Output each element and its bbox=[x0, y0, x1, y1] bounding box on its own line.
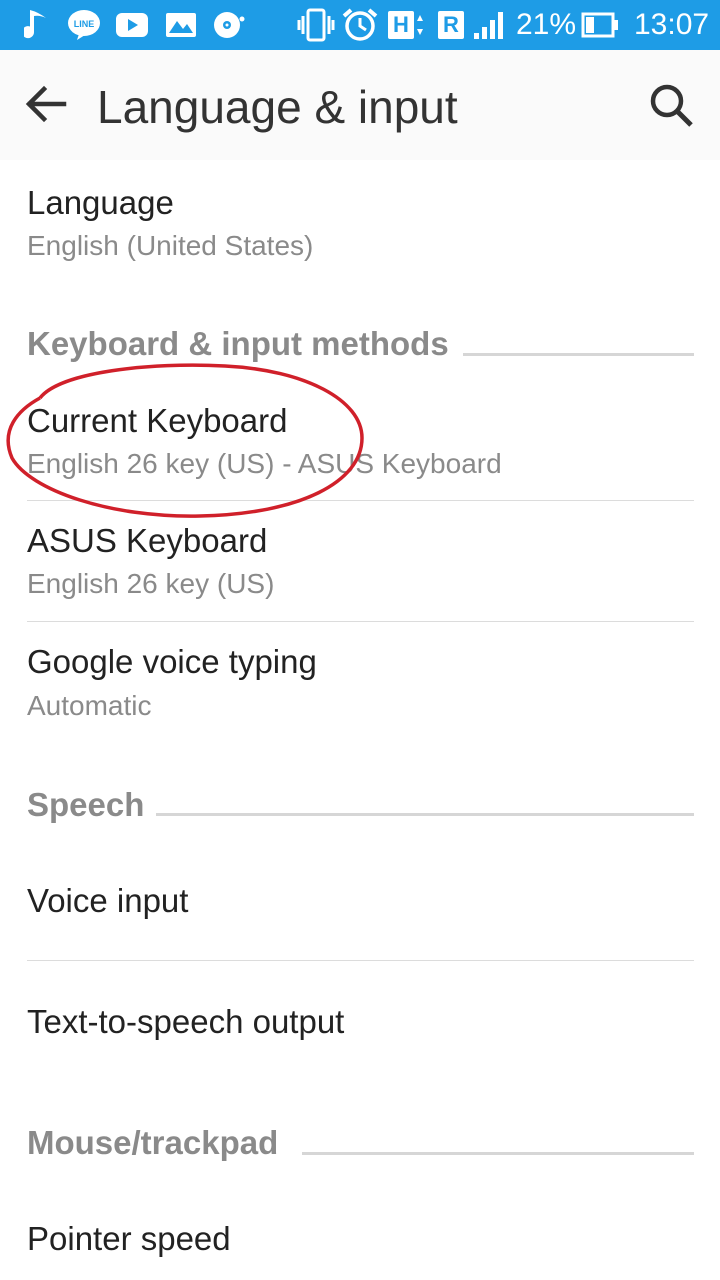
youtube-icon bbox=[114, 0, 150, 50]
search-button[interactable] bbox=[642, 78, 702, 138]
alarm-icon bbox=[340, 0, 380, 50]
current-keyboard-title: Current Keyboard bbox=[27, 402, 288, 439]
section-speech: Speech bbox=[27, 786, 145, 823]
asus-keyboard-setting[interactable]: ASUS Keyboard English 26 key (US) bbox=[0, 506, 720, 620]
roaming-r-icon: R bbox=[436, 0, 466, 50]
music-note-icon bbox=[22, 0, 52, 50]
roaming-r-label: R bbox=[438, 11, 464, 39]
language-title: Language bbox=[27, 184, 174, 221]
status-bar: LINE H R 21% 13:07 bbox=[0, 0, 720, 50]
google-voice-typing-subtitle: Automatic bbox=[27, 690, 152, 721]
back-button[interactable] bbox=[18, 78, 74, 134]
language-subtitle: English (United States) bbox=[27, 230, 314, 261]
list-divider bbox=[27, 500, 694, 501]
search-icon bbox=[649, 83, 695, 134]
list-divider bbox=[27, 621, 694, 622]
tts-output-title: Text-to-speech output bbox=[27, 1003, 345, 1040]
line-app-icon: LINE bbox=[66, 0, 102, 50]
list-divider bbox=[27, 960, 694, 961]
language-setting[interactable]: Language English (United States) bbox=[0, 166, 720, 296]
tts-output-setting[interactable]: Text-to-speech output bbox=[0, 966, 720, 1086]
gallery-icon bbox=[164, 0, 198, 50]
disc-icon bbox=[212, 0, 246, 50]
clock: 13:07 bbox=[634, 8, 710, 41]
vibrate-icon bbox=[296, 0, 336, 50]
voice-input-setting[interactable]: Voice input bbox=[0, 842, 720, 960]
pointer-speed-title: Pointer speed bbox=[27, 1220, 231, 1257]
asus-keyboard-subtitle: English 26 key (US) bbox=[27, 568, 275, 599]
arrow-back-icon bbox=[24, 84, 68, 129]
signal-strength-icon bbox=[472, 0, 508, 50]
signal-h-icon: H bbox=[388, 0, 424, 50]
svg-text:LINE: LINE bbox=[74, 19, 95, 29]
section-keyboard-input-methods: Keyboard & input methods bbox=[27, 325, 449, 362]
section-mouse-trackpad: Mouse/trackpad bbox=[27, 1124, 279, 1161]
current-keyboard-setting[interactable]: Current Keyboard English 26 key (US) - A… bbox=[0, 384, 720, 500]
battery-percent: 21% bbox=[516, 8, 577, 41]
app-bar: Language & input bbox=[0, 50, 720, 160]
pointer-speed-setting[interactable]: Pointer speed bbox=[0, 1180, 720, 1280]
asus-keyboard-title: ASUS Keyboard bbox=[27, 522, 268, 559]
section-divider bbox=[156, 813, 694, 816]
section-divider bbox=[463, 353, 694, 356]
section-divider bbox=[302, 1152, 694, 1155]
signal-h-label: H bbox=[388, 11, 414, 39]
google-voice-typing-title: Google voice typing bbox=[27, 643, 317, 680]
google-voice-typing-setting[interactable]: Google voice typing Automatic bbox=[0, 627, 720, 747]
battery-icon bbox=[580, 0, 620, 50]
voice-input-title: Voice input bbox=[27, 882, 189, 919]
page-title: Language & input bbox=[97, 81, 458, 133]
current-keyboard-subtitle: English 26 key (US) - ASUS Keyboard bbox=[27, 448, 502, 479]
